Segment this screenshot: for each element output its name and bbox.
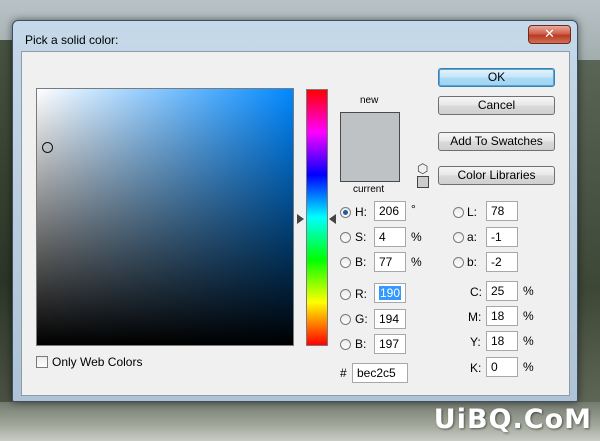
saturation-unit: % bbox=[411, 230, 422, 244]
color-libraries-button[interactable]: Color Libraries bbox=[438, 166, 555, 185]
current-color-swatch[interactable] bbox=[341, 147, 399, 181]
brightness-radio[interactable] bbox=[340, 257, 351, 268]
saturation-label: S: bbox=[355, 230, 367, 244]
ok-button[interactable]: OK bbox=[438, 68, 555, 87]
green-label: G: bbox=[355, 312, 368, 326]
only-web-colors-label: Only Web Colors bbox=[52, 355, 143, 369]
yellow-input[interactable]: 18 bbox=[486, 331, 518, 351]
cyan-unit: % bbox=[523, 284, 534, 298]
hue-radio[interactable] bbox=[340, 207, 351, 218]
red-input[interactable]: 190 bbox=[374, 283, 406, 303]
new-label: new bbox=[360, 95, 379, 106]
hue-slider-left-arrow-icon[interactable] bbox=[297, 214, 304, 224]
out-of-gamut-cube-icon[interactable]: ⬡ bbox=[417, 161, 428, 177]
brightness-input[interactable]: 77 bbox=[374, 252, 406, 272]
green-radio[interactable] bbox=[340, 314, 351, 325]
blue-input[interactable]: 197 bbox=[374, 334, 406, 354]
hue-label: H: bbox=[355, 205, 367, 219]
new-color-swatch bbox=[341, 113, 399, 147]
brightness-unit: % bbox=[411, 255, 422, 269]
magenta-input[interactable]: 18 bbox=[486, 306, 518, 326]
lab-b-label: b: bbox=[467, 255, 478, 269]
black-unit: % bbox=[523, 360, 534, 374]
color-picker-dialog: Pick a solid color: ✕ new current ⬡ OK C… bbox=[12, 20, 578, 402]
saturation-radio[interactable] bbox=[340, 232, 351, 243]
brightness-label: B: bbox=[355, 255, 367, 269]
hue-slider[interactable] bbox=[306, 89, 328, 346]
magenta-label: M: bbox=[468, 310, 482, 324]
blue-radio[interactable] bbox=[340, 339, 351, 350]
red-label: R: bbox=[355, 287, 367, 301]
color-field-marker-icon[interactable] bbox=[42, 142, 53, 153]
blue-label: B: bbox=[355, 337, 367, 351]
lab-a-radio[interactable] bbox=[453, 232, 464, 243]
color-swatch bbox=[340, 112, 400, 182]
lab-l-radio[interactable] bbox=[453, 207, 464, 218]
color-field[interactable] bbox=[36, 88, 294, 346]
lab-b-radio[interactable] bbox=[453, 257, 464, 268]
cancel-button[interactable]: Cancel bbox=[438, 96, 555, 115]
hex-label: # bbox=[340, 366, 347, 380]
lab-a-input[interactable]: -1 bbox=[486, 227, 518, 247]
lab-l-input[interactable]: 78 bbox=[486, 201, 518, 221]
current-label: current bbox=[353, 184, 385, 195]
hue-slider-right-arrow-icon[interactable] bbox=[329, 214, 336, 224]
yellow-unit: % bbox=[523, 334, 534, 348]
close-button[interactable]: ✕ bbox=[528, 25, 571, 44]
dialog-title: Pick a solid color: bbox=[25, 33, 119, 47]
only-web-colors-checkbox[interactable] bbox=[36, 356, 48, 368]
watermark: UiBQ.CoM bbox=[433, 404, 592, 435]
web-safe-warning-icon[interactable] bbox=[417, 176, 429, 188]
black-input[interactable]: 0 bbox=[486, 357, 518, 377]
hue-unit: ° bbox=[411, 202, 416, 216]
red-value-selected: 190 bbox=[379, 286, 402, 300]
magenta-unit: % bbox=[523, 309, 534, 323]
lab-b-input[interactable]: -2 bbox=[486, 252, 518, 272]
yellow-label: Y: bbox=[470, 335, 481, 349]
dialog-body: new current ⬡ OK Cancel Add To Swatches … bbox=[21, 51, 570, 396]
saturation-input[interactable]: 4 bbox=[374, 227, 406, 247]
red-radio[interactable] bbox=[340, 289, 351, 300]
lab-l-label: L: bbox=[467, 205, 478, 219]
lab-a-label: a: bbox=[467, 230, 478, 244]
cyan-label: C: bbox=[470, 285, 482, 299]
add-to-swatches-button[interactable]: Add To Swatches bbox=[438, 132, 555, 151]
hex-input[interactable]: bec2c5 bbox=[352, 363, 408, 383]
black-label: K: bbox=[470, 361, 482, 375]
green-input[interactable]: 194 bbox=[374, 309, 406, 329]
cyan-input[interactable]: 25 bbox=[486, 281, 518, 301]
hue-input[interactable]: 206 bbox=[374, 201, 406, 221]
